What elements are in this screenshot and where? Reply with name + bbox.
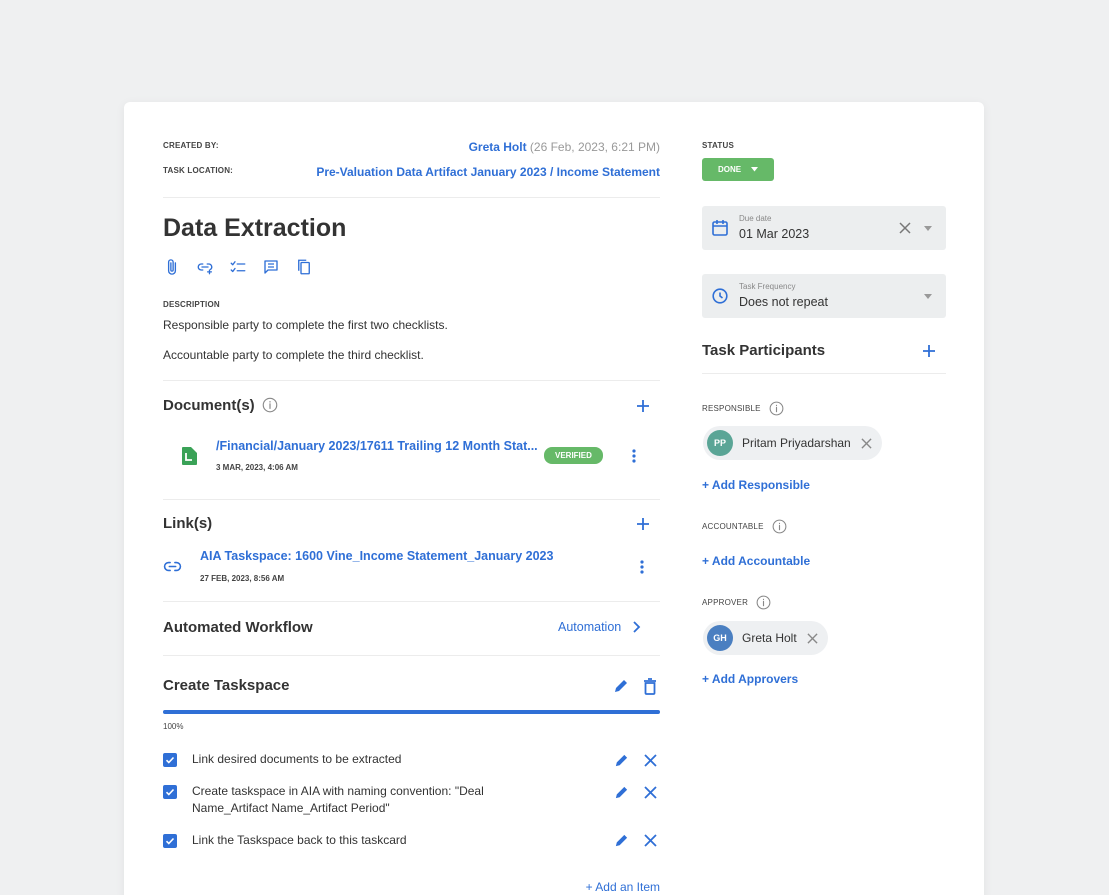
add-link-button[interactable] bbox=[633, 514, 653, 534]
add-accountable-link[interactable]: + Add Accountable bbox=[702, 554, 810, 568]
documents-header: Document(s) bbox=[163, 396, 279, 414]
divider bbox=[163, 601, 660, 602]
due-date-field[interactable]: Due date 01 Mar 2023 bbox=[702, 206, 946, 250]
created-by: Greta Holt (26 Feb, 2023, 6:21 PM) bbox=[469, 140, 660, 154]
checklist-progress-fill bbox=[163, 710, 660, 714]
task-frequency-value: Does not repeat bbox=[739, 295, 828, 309]
caret-down-icon[interactable] bbox=[924, 294, 932, 299]
checklist-item-text: Create taskspace in AIA with naming conv… bbox=[192, 784, 484, 815]
status-value: DONE bbox=[717, 165, 742, 174]
add-document-icon[interactable] bbox=[633, 396, 653, 416]
edit-item-icon[interactable] bbox=[612, 783, 630, 801]
add-participant-icon[interactable] bbox=[919, 341, 939, 361]
caret-down-icon bbox=[751, 167, 759, 172]
clear-date-icon[interactable] bbox=[899, 222, 911, 234]
task-frequency-label: Task Frequency bbox=[739, 282, 796, 291]
status-label: STATUS bbox=[702, 141, 735, 150]
participant-name: Greta Holt bbox=[742, 631, 797, 645]
checklist-item-text: Link desired documents to be extracted bbox=[192, 752, 402, 766]
responsible-chip: PP Pritam Priyadarshan bbox=[703, 426, 882, 460]
divider bbox=[163, 499, 660, 500]
created-by-label: CREATED BY: bbox=[163, 141, 219, 150]
avatar: PP bbox=[707, 430, 733, 456]
checklist-checkbox[interactable] bbox=[163, 785, 177, 799]
edit-item-icon[interactable] bbox=[612, 751, 630, 769]
add-approvers-link[interactable]: + Add Approvers bbox=[702, 672, 798, 686]
document-more-icon[interactable] bbox=[626, 446, 642, 466]
link-item-title[interactable]: AIA Taskspace: 1600 Vine_Income Statemen… bbox=[200, 549, 553, 563]
checklist-checkbox[interactable] bbox=[163, 753, 177, 767]
documents-title: Document(s) bbox=[163, 396, 255, 414]
responsible-header: RESPONSIBLE bbox=[702, 400, 785, 417]
info-icon[interactable] bbox=[768, 400, 785, 417]
approver-chip: GH Greta Holt bbox=[703, 621, 828, 655]
delete-checklist-icon[interactable] bbox=[640, 676, 660, 696]
accountable-header: ACCOUNTABLE bbox=[702, 518, 788, 535]
checklist-item-text: Link the Taskspace back to this taskcard bbox=[192, 833, 407, 847]
task-title: Data Extraction bbox=[163, 214, 347, 242]
link-item-date: 27 FEB, 2023, 8:56 AM bbox=[200, 574, 285, 583]
task-location-label: TASK LOCATION: bbox=[163, 166, 234, 175]
created-by-name[interactable]: Greta Holt bbox=[469, 140, 527, 154]
checklist-icon[interactable] bbox=[227, 256, 249, 278]
verified-badge: VERIFIED bbox=[544, 447, 603, 464]
link-more-icon[interactable] bbox=[634, 557, 650, 577]
chevron-right-icon bbox=[633, 621, 641, 633]
task-location-link[interactable]: Pre-Valuation Data Artifact January 2023… bbox=[316, 165, 660, 179]
due-date-value: 01 Mar 2023 bbox=[739, 227, 810, 241]
accountable-label: ACCOUNTABLE bbox=[702, 522, 764, 531]
checklist-checkbox[interactable] bbox=[163, 834, 177, 848]
remove-item-icon[interactable] bbox=[641, 751, 659, 769]
approver-header: APPROVER bbox=[702, 594, 772, 611]
document-date: 3 MAR, 2023, 4:06 AM bbox=[216, 463, 298, 472]
calendar-icon bbox=[712, 220, 728, 236]
participants-title: Task Participants bbox=[702, 342, 826, 359]
status-dropdown[interactable]: DONE bbox=[702, 158, 774, 181]
info-icon[interactable] bbox=[755, 594, 772, 611]
links-title: Link(s) bbox=[163, 515, 213, 532]
paperclip-icon[interactable] bbox=[161, 256, 183, 278]
responsible-label: RESPONSIBLE bbox=[702, 404, 761, 413]
task-toolbar bbox=[161, 256, 315, 278]
document-file-icon bbox=[181, 447, 197, 470]
remove-participant-icon[interactable] bbox=[807, 632, 818, 644]
caret-down-icon[interactable] bbox=[924, 226, 932, 231]
automation-label: Automation bbox=[558, 620, 622, 634]
task-card: CREATED BY: Greta Holt (26 Feb, 2023, 6:… bbox=[124, 102, 984, 895]
checklist-title: Create Taskspace bbox=[163, 677, 290, 694]
add-link-icon[interactable] bbox=[194, 256, 216, 278]
description-label: DESCRIPTION bbox=[163, 300, 220, 309]
approver-label: APPROVER bbox=[702, 598, 749, 607]
remove-item-icon[interactable] bbox=[641, 831, 659, 849]
divider bbox=[702, 373, 946, 374]
automation-button[interactable]: Automation bbox=[558, 620, 643, 634]
task-frequency-field[interactable]: Task Frequency Does not repeat bbox=[702, 274, 946, 318]
checklist-progress-label: 100% bbox=[163, 722, 184, 731]
avatar: GH bbox=[707, 625, 733, 651]
info-icon[interactable] bbox=[261, 396, 279, 414]
edit-item-icon[interactable] bbox=[612, 831, 630, 849]
divider bbox=[163, 197, 660, 198]
remove-item-icon[interactable] bbox=[641, 783, 659, 801]
edit-checklist-icon[interactable] bbox=[611, 676, 631, 696]
info-icon[interactable] bbox=[771, 518, 788, 535]
divider bbox=[163, 655, 660, 656]
workflow-title: Automated Workflow bbox=[163, 619, 313, 636]
divider bbox=[163, 380, 660, 381]
add-responsible-link[interactable]: + Add Responsible bbox=[702, 478, 810, 492]
copy-icon[interactable] bbox=[293, 256, 315, 278]
created-by-date: (26 Feb, 2023, 6:21 PM) bbox=[529, 140, 660, 154]
link-icon bbox=[163, 557, 182, 581]
due-date-label: Due date bbox=[739, 214, 772, 223]
remove-participant-icon[interactable] bbox=[861, 437, 872, 449]
comment-icon[interactable] bbox=[260, 256, 282, 278]
checklist-progress-bar bbox=[163, 710, 660, 714]
description-line-2: Accountable party to complete the third … bbox=[163, 348, 424, 362]
description-line-1: Responsible party to complete the first … bbox=[163, 318, 448, 332]
document-link[interactable]: /Financial/January 2023/17611 Trailing 1… bbox=[216, 439, 538, 453]
add-item-link[interactable]: + Add an Item bbox=[586, 880, 660, 894]
clock-icon bbox=[712, 288, 728, 304]
participant-name: Pritam Priyadarshan bbox=[742, 436, 851, 450]
